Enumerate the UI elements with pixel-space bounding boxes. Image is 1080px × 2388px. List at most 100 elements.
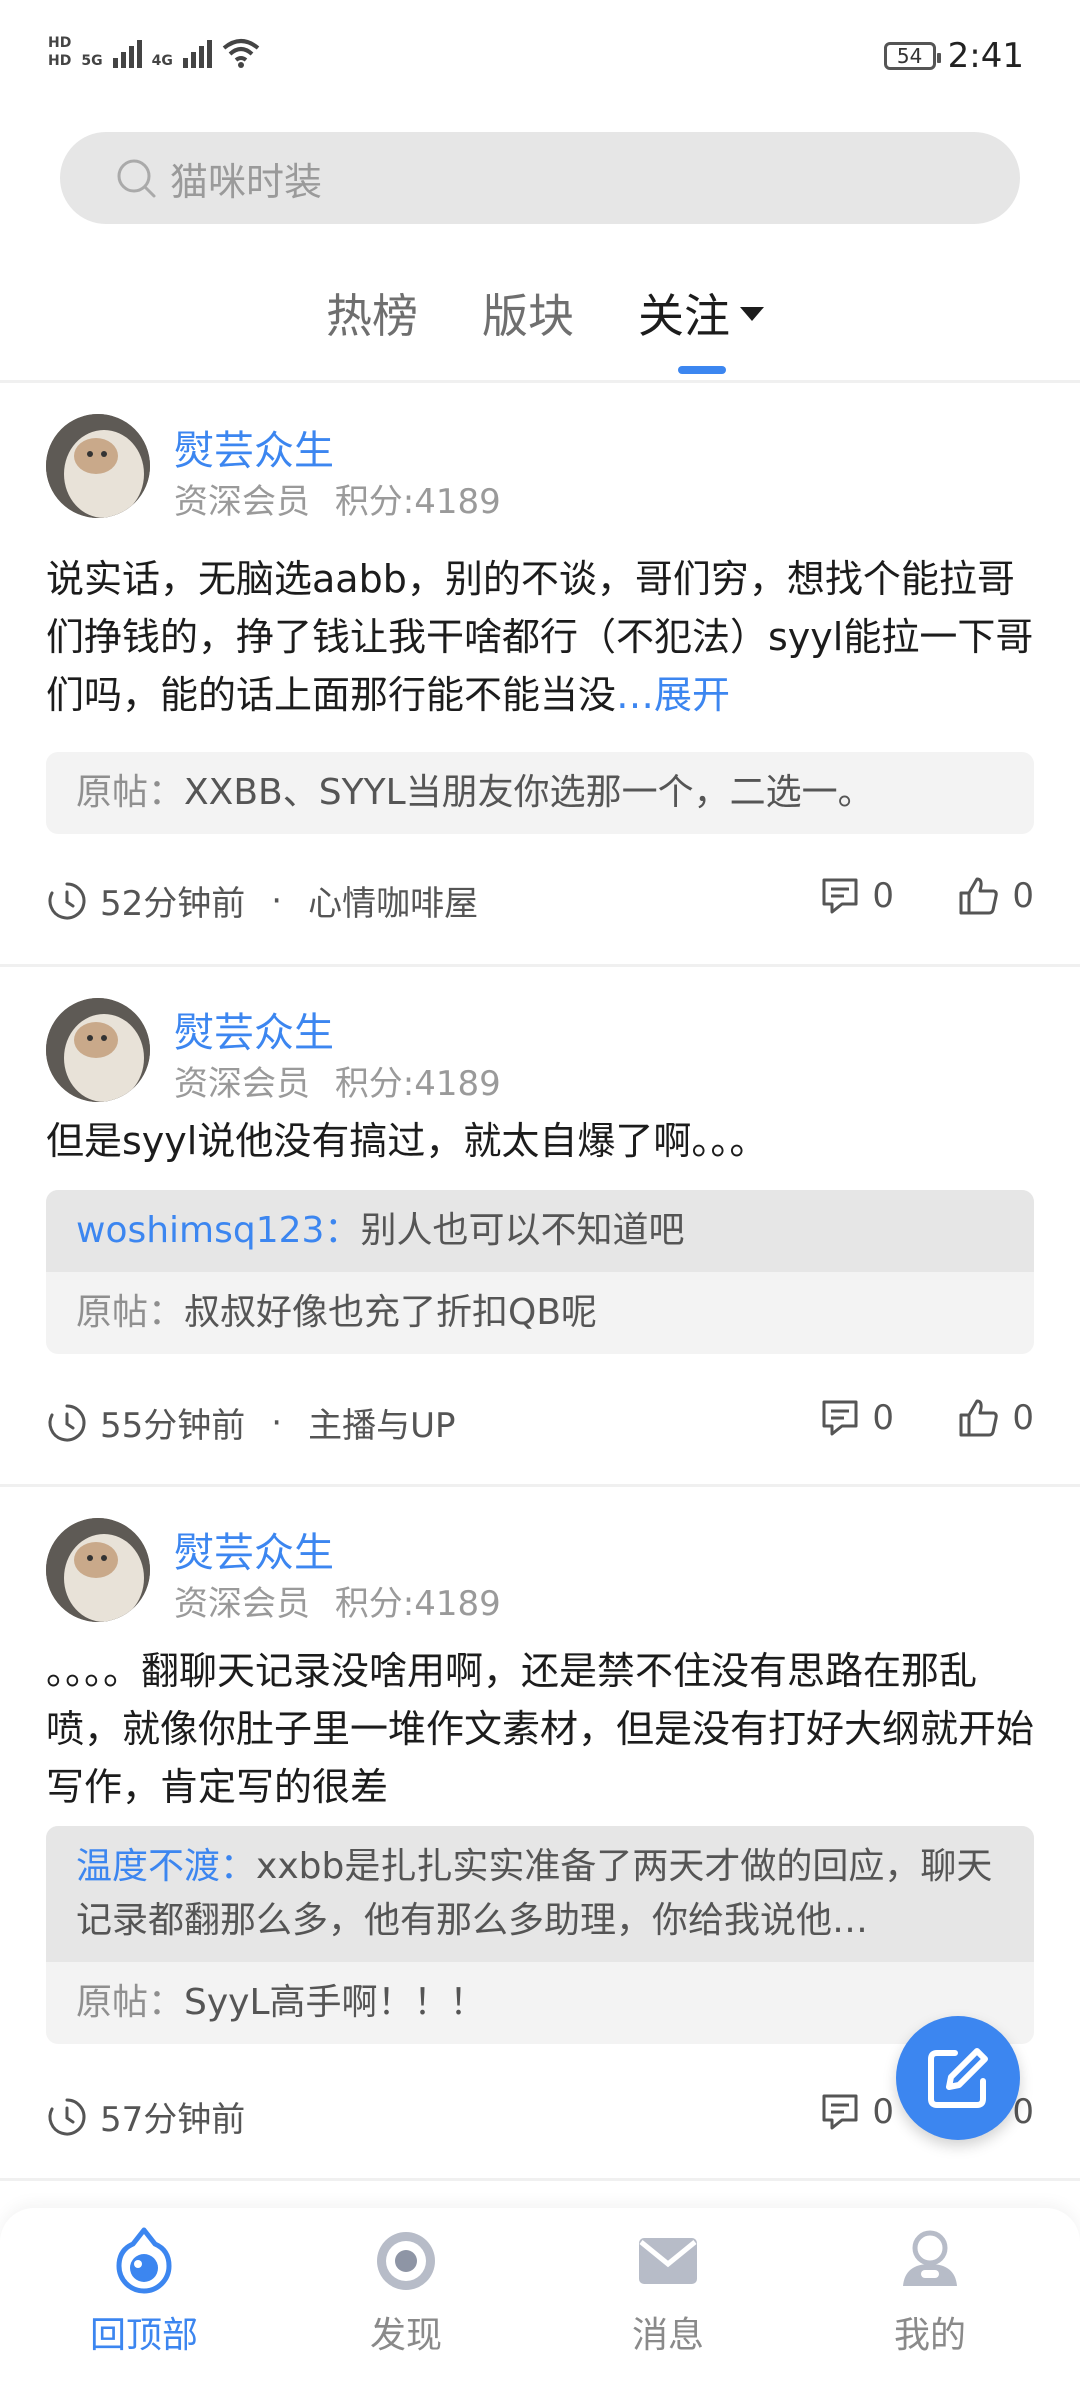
- post-card[interactable]: 熨芸众生 资深会员 积分:4189 说实话，无脑选aabb，别的不谈，哥们穷，想…: [0, 384, 1080, 964]
- post-time: 55分钟前: [100, 1406, 246, 1446]
- post-board[interactable]: 主播与UP: [308, 1398, 455, 1447]
- network-4g-label: 4G: [151, 53, 173, 69]
- clock-icon: [48, 882, 86, 919]
- clock: 2:41: [947, 36, 1024, 76]
- thumbs-up-icon: [959, 1399, 999, 1437]
- search-icon: [117, 159, 156, 198]
- original-post[interactable]: 原帖：SyyL高手啊！！！: [46, 1962, 1034, 2044]
- user-points: 积分:4189: [334, 1064, 501, 1104]
- search-placeholder: 猫咪时装: [170, 159, 323, 204]
- comment-icon: [822, 2094, 858, 2130]
- original-label: 原帖：: [76, 772, 185, 813]
- post-time: 52分钟前: [100, 884, 246, 924]
- expand-link[interactable]: …展开: [616, 673, 730, 717]
- post-card[interactable]: 熨芸众生 资深会员 积分:4189 但是syyl说他没有搞过，就太自爆了啊。。。…: [0, 968, 1080, 1484]
- nav-back-to-top[interactable]: 回顶部: [44, 2226, 244, 2358]
- battery-icon: 54: [883, 42, 941, 70]
- user-points: 积分:4189: [334, 1584, 501, 1624]
- thumbs-up-icon: [959, 877, 999, 915]
- quote-box[interactable]: 原帖：XXBB、SYYL当朋友你选那一个，二选一。: [46, 752, 1034, 834]
- reply-text: 别人也可以不知道吧: [360, 1210, 685, 1251]
- hd-indicators: HD HD: [48, 36, 71, 68]
- tab-hot[interactable]: 热榜: [326, 280, 418, 346]
- clock-icon: [48, 1404, 86, 1441]
- comment-button[interactable]: 0: [820, 1398, 894, 1438]
- hd-label-1: HD: [48, 35, 72, 51]
- nav-messages[interactable]: 消息: [568, 2226, 768, 2358]
- quote-box[interactable]: 温度不渡：xxbb是扎扎实实准备了两天才做的回应，聊天记录都翻那么多，他有那么多…: [46, 1826, 1034, 2044]
- signal-icon: [112, 38, 142, 68]
- original-label: 原帖：: [76, 1982, 185, 2023]
- clock-icon: [48, 2098, 86, 2135]
- avatar-image: [46, 414, 150, 518]
- edit-icon: [928, 2048, 988, 2108]
- comment-icon: [822, 1400, 858, 1436]
- tab-following[interactable]: 关注: [638, 280, 764, 346]
- user-meta: 资深会员 积分:4189: [174, 474, 501, 523]
- original-text: 叔叔好像也充了折扣QB呢: [184, 1292, 598, 1333]
- comment-button[interactable]: 0: [820, 876, 894, 916]
- user-rank: 资深会员: [174, 1584, 310, 1624]
- nav-label: 发现: [369, 2315, 442, 2356]
- username[interactable]: 熨芸众生: [174, 418, 334, 476]
- back-to-top-icon: [116, 2227, 172, 2294]
- search-bar[interactable]: 猫咪时装: [60, 132, 1020, 224]
- wifi-icon: [222, 39, 260, 68]
- nav-profile[interactable]: 我的: [830, 2226, 1030, 2358]
- bottom-nav: 回顶部 发现 消息 我的: [0, 2208, 1080, 2388]
- post-meta: 52分钟前 · 心情咖啡屋 0 0: [46, 876, 1034, 936]
- nav-label: 我的: [893, 2315, 966, 2356]
- avatar[interactable]: [46, 998, 150, 1102]
- user-rank: 资深会员: [174, 1064, 310, 1104]
- tab-boards[interactable]: 版块: [482, 280, 574, 346]
- reply-quote[interactable]: woshimsq123：别人也可以不知道吧: [46, 1190, 1034, 1272]
- time-info: 55分钟前 · 主播与UP: [46, 1398, 455, 1447]
- username[interactable]: 熨芸众生: [174, 1000, 334, 1058]
- user-points: 积分:4189: [334, 482, 501, 522]
- caret-down-icon: [740, 306, 764, 321]
- status-bar: HD HD 5G 4G 54 2:41: [0, 0, 1080, 120]
- mail-icon: [639, 2238, 697, 2284]
- post-divider: [0, 964, 1080, 967]
- tab-bar: 热榜 版块 关注: [0, 270, 1080, 380]
- original-label: 原帖：: [76, 1292, 185, 1333]
- post-text[interactable]: 说实话，无脑选aabb，别的不谈，哥们穷，想找个能拉哥们挣钱的，挣了钱让我干啥都…: [46, 550, 1036, 724]
- post-time: 57分钟前: [100, 2100, 246, 2140]
- avatar[interactable]: [46, 1518, 150, 1622]
- post-board[interactable]: 心情咖啡屋: [308, 876, 478, 925]
- avatar-image: [46, 1518, 150, 1622]
- active-tab-indicator: [678, 366, 726, 374]
- header-divider: [0, 380, 1080, 383]
- nav-discover[interactable]: 发现: [306, 2226, 506, 2358]
- user-meta: 资深会员 积分:4189: [174, 1576, 501, 1625]
- username[interactable]: 熨芸众生: [174, 1520, 334, 1578]
- post-text[interactable]: 。。。。翻聊天记录没啥用啊，还是禁不住没有思路在那乱喷，就像你肚子里一堆作文素材…: [46, 1642, 1036, 1816]
- quote-box[interactable]: woshimsq123：别人也可以不知道吧 原帖：叔叔好像也充了折扣QB呢: [46, 1190, 1034, 1354]
- comment-icon: [822, 878, 858, 914]
- original-post[interactable]: 原帖：XXBB、SYYL当朋友你选那一个，二选一。: [46, 752, 1034, 834]
- original-post[interactable]: 原帖：叔叔好像也充了折扣QB呢: [46, 1272, 1034, 1354]
- hd-label-2: HD: [48, 53, 72, 69]
- tab-following-label: 关注: [638, 289, 730, 343]
- avatar[interactable]: [46, 414, 150, 518]
- reply-user[interactable]: 温度不渡：: [76, 1846, 256, 1887]
- comment-count: 0: [872, 876, 894, 916]
- user-rank: 资深会员: [174, 482, 310, 522]
- time-info: 57分钟前: [46, 2092, 245, 2141]
- comment-button[interactable]: 0: [820, 2092, 894, 2132]
- time-info: 52分钟前 · 心情咖啡屋: [46, 876, 478, 925]
- status-right: 54 2:41: [883, 36, 1024, 76]
- original-text: SyyL高手啊！！！: [184, 1982, 486, 2023]
- reply-quote[interactable]: 温度不渡：xxbb是扎扎实实准备了两天才做的回应，聊天记录都翻那么多，他有那么多…: [46, 1826, 1034, 1962]
- like-button[interactable]: 0: [958, 876, 1034, 916]
- original-text: XXBB、SYYL当朋友你选那一个，二选一。: [184, 772, 874, 813]
- compose-button[interactable]: [896, 2016, 1020, 2140]
- network-5g-label: 5G: [81, 53, 103, 69]
- post-text[interactable]: 但是syyl说他没有搞过，就太自爆了啊。。。: [46, 1112, 1036, 1170]
- reply-user[interactable]: woshimsq123：: [76, 1210, 360, 1251]
- post-body: 说实话，无脑选aabb，别的不谈，哥们穷，想找个能拉哥们挣钱的，挣了钱让我干啥都…: [46, 557, 1034, 717]
- nav-label: 回顶部: [89, 2315, 198, 2356]
- post-meta: 57分钟前 0 0: [46, 2092, 1034, 2152]
- like-count: 0: [1012, 1398, 1034, 1438]
- like-button[interactable]: 0: [958, 1398, 1034, 1438]
